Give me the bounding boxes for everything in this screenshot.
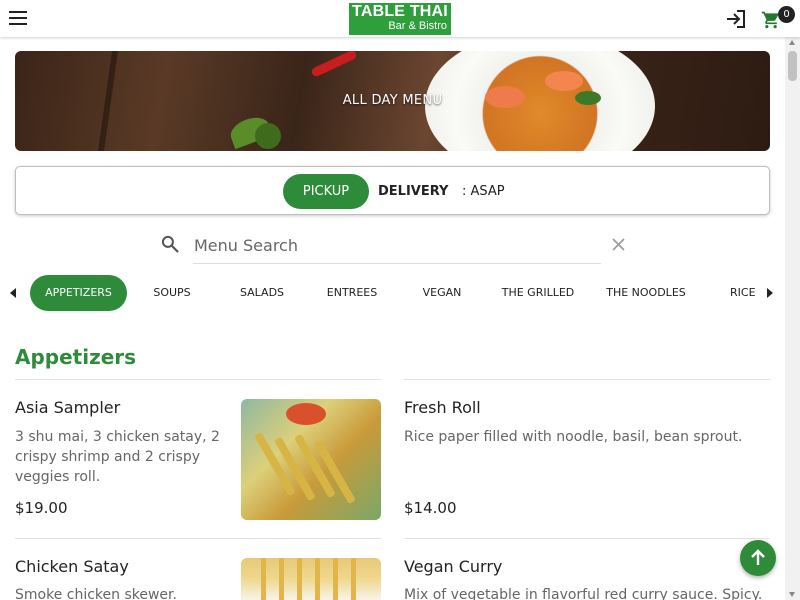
tab-salads[interactable]: SALADS [230, 275, 294, 311]
chicken-satay-image[interactable] [241, 558, 381, 600]
item-name-fresh-roll[interactable]: Fresh Roll [404, 398, 481, 417]
item-description: Rice paper filled with noodle, basil, be… [404, 429, 743, 445]
item-description: 3 shu mai, 3 chicken satay, 2 crispy shr… [15, 429, 220, 485]
pickup-button[interactable]: PICKUP [283, 174, 369, 209]
item-description: Smoke chicken skewer. Served [15, 587, 177, 600]
close-icon[interactable] [612, 238, 625, 251]
arrow-up-icon [751, 549, 765, 565]
item-price: $19.00 [15, 499, 68, 517]
scroll-up-arrow-icon[interactable] [789, 40, 795, 45]
category-scroll-left-icon[interactable] [10, 288, 16, 298]
page-scrollbar[interactable] [785, 37, 800, 600]
scroll-down-arrow-icon[interactable] [789, 592, 795, 597]
section-title: Appetizers [15, 345, 137, 369]
banner-title: ALL DAY MENU [342, 93, 443, 108]
brand-subtitle: Bar & Bistro [388, 20, 447, 32]
search-icon[interactable] [160, 234, 180, 254]
brand-name: TABLE THAI [352, 3, 448, 20]
tab-the-noodles[interactable]: THE NOODLES [600, 275, 692, 311]
category-tabs: APPETIZERS SOUPS SALADS ENTREES VEGAN TH… [30, 275, 760, 311]
item-name-vegan-curry[interactable]: Vegan Curry [404, 557, 502, 576]
hamburger-menu-icon[interactable] [9, 11, 27, 25]
lime-graphic [255, 123, 281, 149]
cart-button[interactable]: 0 [761, 6, 795, 30]
top-bar: TABLE THAI Bar & Bistro 0 [0, 0, 800, 37]
divider [404, 538, 770, 539]
tab-rice[interactable]: RICE [730, 275, 760, 311]
item-name-chicken-satay[interactable]: Chicken Satay [15, 557, 129, 576]
login-icon[interactable] [725, 9, 747, 29]
menu-search-input[interactable] [193, 228, 601, 264]
divider [404, 379, 770, 380]
item-description: Mix of vegetable in flavorful red curry … [404, 587, 763, 600]
order-type-selector: PICKUP DELIVERY : ASAP [15, 166, 770, 215]
tab-soups[interactable]: SOUPS [142, 275, 202, 311]
divider [15, 538, 381, 539]
scrollbar-thumb[interactable] [788, 51, 797, 81]
cart-count-badge: 0 [778, 6, 795, 23]
scroll-to-top-button[interactable] [740, 540, 776, 576]
tab-vegan[interactable]: VEGAN [415, 275, 469, 311]
tab-entrees[interactable]: ENTREES [317, 275, 387, 311]
brand-logo[interactable]: TABLE THAI Bar & Bistro [349, 3, 451, 35]
item-price: $14.00 [404, 499, 457, 517]
item-name-asia-sampler[interactable]: Asia Sampler [15, 398, 120, 417]
tab-the-grilled[interactable]: THE GRILLED [495, 275, 581, 311]
tab-appetizers[interactable]: APPETIZERS [30, 275, 127, 311]
delivery-button[interactable]: DELIVERY [378, 174, 448, 209]
category-scroll-right-icon[interactable] [767, 288, 773, 298]
asia-sampler-image[interactable] [241, 399, 381, 520]
order-time-selector[interactable]: : ASAP [462, 174, 505, 209]
chili-graphic [310, 51, 358, 78]
menu-banner: ALL DAY MENU [15, 51, 770, 151]
divider [15, 379, 381, 380]
